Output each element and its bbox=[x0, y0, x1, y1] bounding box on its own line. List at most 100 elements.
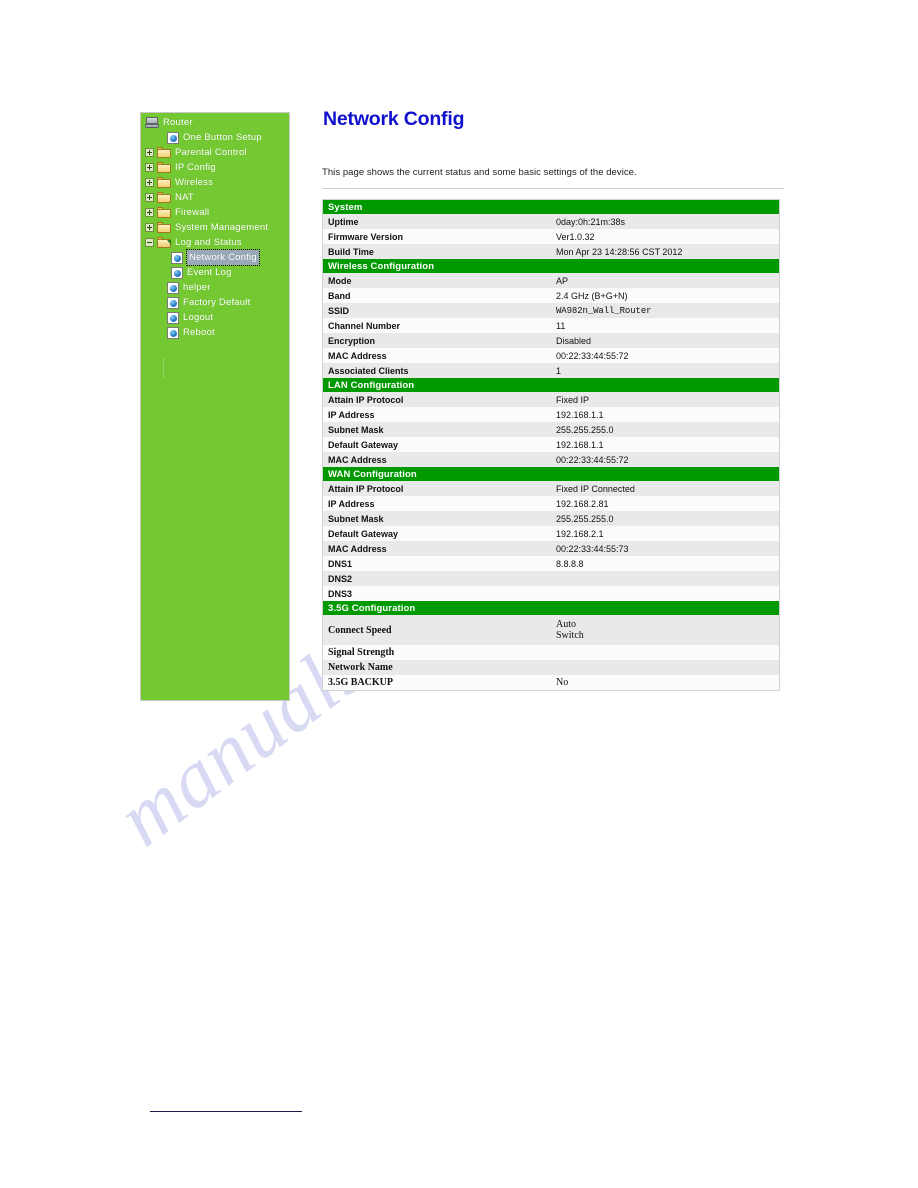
row-key: IP Address bbox=[322, 496, 551, 511]
folder-icon bbox=[157, 222, 171, 233]
table-row: SSID WA982n_Wall_Router bbox=[322, 303, 780, 318]
row-value bbox=[551, 660, 780, 675]
expand-plus-icon[interactable] bbox=[145, 163, 154, 172]
row-key: Connect Speed bbox=[322, 615, 551, 645]
row-key: Associated Clients bbox=[322, 363, 551, 378]
expand-plus-icon[interactable] bbox=[145, 223, 154, 232]
row-key: Default Gateway bbox=[322, 526, 551, 541]
row-value: 00:22:33:44:55:72 bbox=[551, 348, 780, 363]
page-globe-icon bbox=[167, 326, 179, 339]
table-row: Signal Strength bbox=[322, 645, 780, 660]
sidebar-item-label: Event Log bbox=[187, 267, 232, 278]
table-row: Subnet Mask 255.255.255.0 bbox=[322, 511, 780, 526]
table-section-header: 3.5G Configuration bbox=[322, 601, 780, 615]
expand-plus-icon[interactable] bbox=[145, 193, 154, 202]
row-key: MAC Address bbox=[322, 348, 551, 363]
sidebar-item-firewall[interactable]: Firewall bbox=[141, 205, 289, 220]
sidebar-item-ip-config[interactable]: IP Config bbox=[141, 160, 289, 175]
sidebar-item-label: Parental Control bbox=[175, 147, 247, 158]
table-row: MAC Address 00:22:33:44:55:72 bbox=[322, 452, 780, 467]
sidebar-item-logout[interactable]: Logout bbox=[141, 310, 289, 325]
row-key: SSID bbox=[322, 303, 551, 318]
row-value: 00:22:33:44:55:72 bbox=[551, 452, 780, 467]
table-row: Channel Number 11 bbox=[322, 318, 780, 333]
row-key: Channel Number bbox=[322, 318, 551, 333]
section-heading: WAN Configuration bbox=[322, 467, 780, 481]
folder-icon bbox=[157, 207, 171, 218]
status-table: System Uptime 0day:0h:21m:38s Firmware Vers… bbox=[322, 199, 780, 691]
row-value: Mon Apr 23 14:28:56 CST 2012 bbox=[551, 244, 780, 259]
table-row: MAC Address 00:22:33:44:55:73 bbox=[322, 541, 780, 556]
row-value: Fixed IP Connected bbox=[551, 481, 780, 496]
row-value: No bbox=[551, 675, 780, 691]
page-globe-icon bbox=[171, 251, 183, 264]
table-row: Band 2.4 GHz (B+G+N) bbox=[322, 288, 780, 303]
sidebar-item-network-config[interactable]: Network Config bbox=[141, 249, 289, 266]
row-value: 1 bbox=[551, 363, 780, 378]
expand-plus-icon[interactable] bbox=[145, 178, 154, 187]
sidebar-nav-panel: Router One Button Setup Parental Control I… bbox=[140, 112, 290, 701]
page-globe-icon bbox=[167, 296, 179, 309]
table-row: Attain IP Protocol Fixed IP bbox=[322, 392, 780, 407]
table-row: Attain IP Protocol Fixed IP Connected bbox=[322, 481, 780, 496]
sidebar-item-label: Factory Default bbox=[183, 297, 251, 308]
section-heading: System bbox=[322, 199, 780, 214]
row-key: Subnet Mask bbox=[322, 422, 551, 437]
sidebar-item-one-button-setup[interactable]: One Button Setup bbox=[141, 130, 289, 145]
page-description: This page shows the current status and s… bbox=[322, 167, 637, 178]
sidebar-item-wireless[interactable]: Wireless bbox=[141, 175, 289, 190]
sidebar-item-label: NAT bbox=[175, 192, 194, 203]
row-key: DNS1 bbox=[322, 556, 551, 571]
section-heading: LAN Configuration bbox=[322, 378, 780, 392]
sidebar-item-system-management[interactable]: System Management bbox=[141, 220, 289, 235]
row-value: 2.4 GHz (B+G+N) bbox=[551, 288, 780, 303]
folder-icon bbox=[157, 177, 171, 188]
row-value: 192.168.1.1 bbox=[551, 407, 780, 422]
table-row: 3.5G BACKUP No bbox=[322, 675, 780, 691]
row-key: Attain IP Protocol bbox=[322, 392, 551, 407]
table-row: Mode AP bbox=[322, 273, 780, 288]
row-key: Build Time bbox=[322, 244, 551, 259]
table-row: Encryption Disabled bbox=[322, 333, 780, 348]
section-heading: 3.5G Configuration bbox=[322, 601, 780, 615]
sidebar-item-helper[interactable]: helper bbox=[141, 280, 289, 295]
row-key: Mode bbox=[322, 273, 551, 288]
sidebar-item-parental-control[interactable]: Parental Control bbox=[141, 145, 289, 160]
sidebar-item-event-log[interactable]: Event Log bbox=[141, 265, 289, 280]
folder-open-icon bbox=[157, 237, 171, 248]
expand-plus-icon[interactable] bbox=[145, 148, 154, 157]
sidebar-item-nat[interactable]: NAT bbox=[141, 190, 289, 205]
sidebar-item-label: Network Config bbox=[186, 249, 260, 266]
row-value: 192.168.2.81 bbox=[551, 496, 780, 511]
sidebar-item-label: Wireless bbox=[175, 177, 214, 188]
row-key: Firmware Version bbox=[322, 229, 551, 244]
nav-tree: Router One Button Setup Parental Control I… bbox=[141, 113, 289, 340]
sidebar-item-reboot[interactable]: Reboot bbox=[141, 325, 289, 340]
sidebar-item-router[interactable]: Router bbox=[141, 115, 289, 130]
row-value: 0day:0h:21m:38s bbox=[551, 214, 780, 229]
table-row: Subnet Mask 255.255.255.0 bbox=[322, 422, 780, 437]
collapse-minus-icon[interactable] bbox=[145, 238, 154, 247]
table-row: Connect Speed Auto Switch bbox=[322, 615, 780, 645]
sidebar-item-factory-default[interactable]: Factory Default bbox=[141, 295, 289, 310]
row-key: MAC Address bbox=[322, 541, 551, 556]
sidebar-item-label: Log and Status bbox=[175, 237, 242, 248]
row-key: Encryption bbox=[322, 333, 551, 348]
sidebar-item-label: Reboot bbox=[183, 327, 215, 338]
expand-plus-icon[interactable] bbox=[145, 208, 154, 217]
table-row: Default Gateway 192.168.1.1 bbox=[322, 437, 780, 452]
table-row: IP Address 192.168.1.1 bbox=[322, 407, 780, 422]
row-value: 11 bbox=[551, 318, 780, 333]
sidebar-item-log-and-status[interactable]: Log and Status bbox=[141, 235, 289, 250]
row-key: DNS3 bbox=[322, 586, 551, 601]
page-globe-icon bbox=[171, 266, 183, 279]
row-value: 00:22:33:44:55:73 bbox=[551, 541, 780, 556]
table-row: DNS1 8.8.8.8 bbox=[322, 556, 780, 571]
sidebar-item-label: helper bbox=[183, 282, 211, 293]
title-divider bbox=[322, 188, 784, 189]
table-row: Associated Clients 1 bbox=[322, 363, 780, 378]
row-value: Ver1.0.32 bbox=[551, 229, 780, 244]
page-title: Network Config bbox=[323, 108, 465, 130]
folder-icon bbox=[157, 147, 171, 158]
sidebar-item-label: IP Config bbox=[175, 162, 216, 173]
